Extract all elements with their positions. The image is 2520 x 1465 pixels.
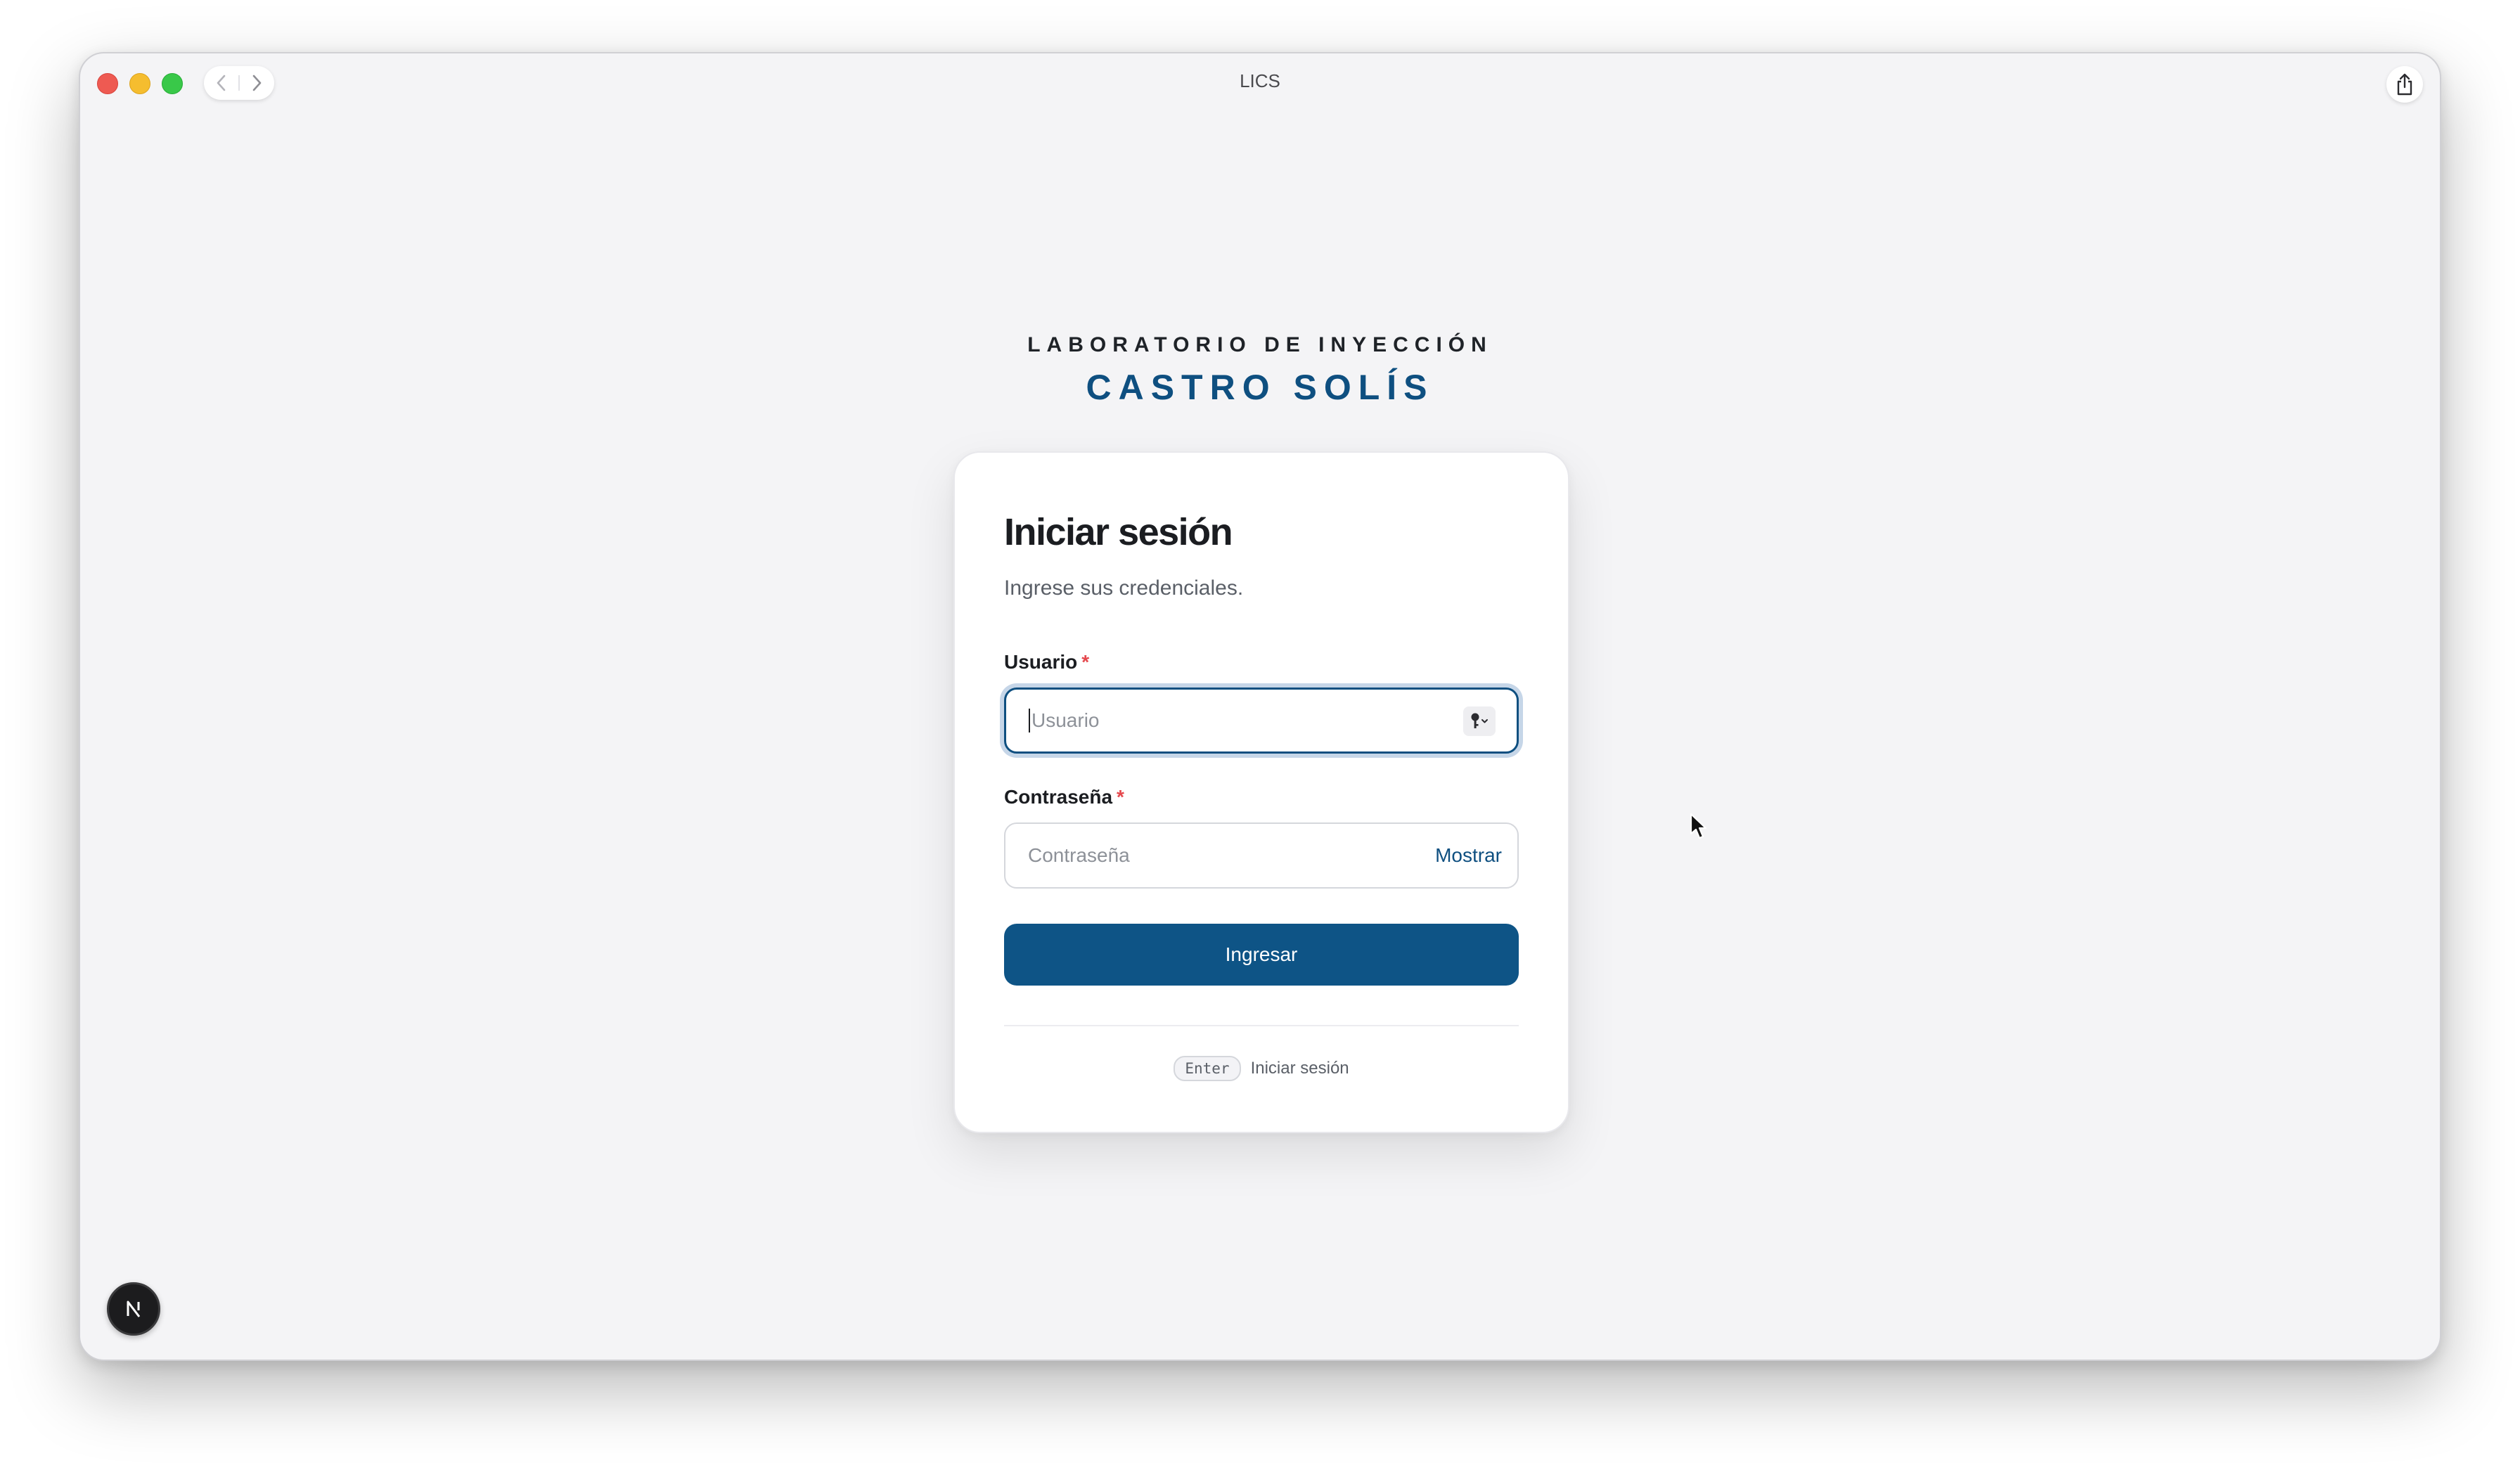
card-divider — [1004, 1025, 1519, 1026]
login-title: Iniciar sesión — [1004, 511, 1233, 553]
username-placeholder: Usuario — [1031, 709, 1100, 731]
brand-name: CASTRO SOLÍS — [1086, 368, 1434, 407]
shortcut-action: Iniciar sesión — [1250, 1059, 1349, 1078]
enter-key-badge: Enter — [1174, 1056, 1241, 1081]
login-card: Iniciar sesión Ingrese sus credenciales.… — [953, 451, 1569, 1133]
title-bar: LICS — [80, 53, 2440, 114]
password-placeholder: Contraseña — [1028, 844, 1130, 866]
show-password-button[interactable]: Mostrar — [1435, 824, 1502, 887]
text-caret — [1029, 709, 1030, 732]
key-icon — [1471, 713, 1488, 728]
required-mark: * — [1081, 651, 1090, 673]
login-submit-button[interactable]: Ingresar — [1004, 924, 1519, 986]
share-icon — [2397, 73, 2412, 96]
window-title: LICS — [1240, 70, 1280, 91]
browser-window: LICS LABORATORIO DE INYECCIÓN CASTRO SOL… — [79, 52, 2441, 1361]
password-autofill-button[interactable] — [1463, 706, 1496, 736]
username-label: Usuario * — [1004, 651, 1089, 673]
username-field[interactable]: Usuario — [1029, 690, 1099, 751]
password-label-text: Contraseña — [1004, 786, 1113, 808]
mouse-pointer-icon — [1690, 813, 1707, 839]
keyboard-shortcut-hint: Enter Iniciar sesión — [955, 1056, 1568, 1081]
share-button[interactable] — [2386, 66, 2423, 103]
login-subtitle: Ingrese sus credenciales. — [1004, 576, 1244, 600]
nextjs-logo-icon — [127, 1301, 141, 1317]
nextjs-devtools-button[interactable] — [107, 1282, 160, 1336]
username-input[interactable]: Usuario — [1004, 688, 1519, 754]
required-mark: * — [1117, 786, 1124, 808]
brand-tagline: LABORATORIO DE INYECCIÓN — [1027, 333, 1493, 356]
password-label: Contraseña * — [1004, 786, 1124, 808]
password-input[interactable]: Contraseña Mostrar — [1004, 822, 1519, 889]
username-label-text: Usuario — [1004, 651, 1078, 673]
password-field[interactable]: Contraseña — [1028, 824, 1130, 887]
